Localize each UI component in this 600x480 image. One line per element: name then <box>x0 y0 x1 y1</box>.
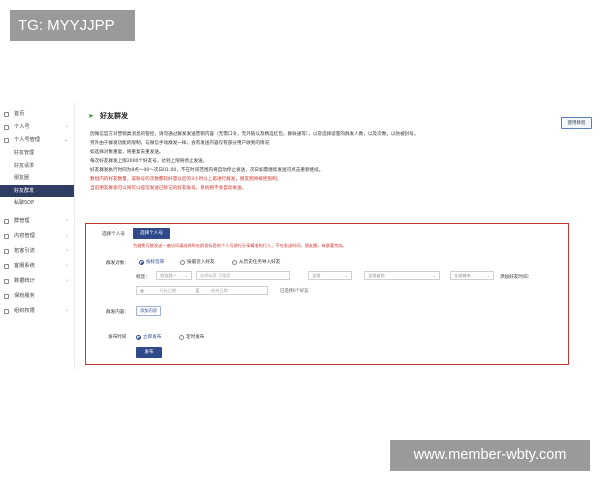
sidebar-item-personal-manage[interactable]: 个人号管理 ⌄ <box>0 134 74 147</box>
radio-dot <box>136 335 141 340</box>
sidebar-item-home[interactable]: 首页 <box>0 108 74 121</box>
sidebar-item-personal[interactable]: 个人号 › <box>0 121 74 134</box>
chevron-down-icon: ⌄ <box>63 137 68 143</box>
radio-dot <box>139 260 144 265</box>
chevron-down-icon: ⌄ <box>432 273 436 278</box>
content-label: 群发内容： <box>106 310 129 315</box>
watermark-top: TG: MYYJJPP <box>10 10 135 41</box>
sidebar-sub-sop[interactable]: 私聊SOP <box>0 197 74 210</box>
add-time-label: 添加好友时间： <box>500 275 533 280</box>
content-icon <box>4 233 9 239</box>
publish-scheduled-radio[interactable]: 定时发布 <box>179 334 204 340</box>
tutorial-button[interactable]: 使用教程 <box>561 117 592 129</box>
target-history-radio[interactable]: 从历史任务导入好友 <box>232 259 280 265</box>
app-screenshot: 首页 个人号 › 个人号管理 ⌄ 好友管理 好友请求 朋友圈 好友群发 私聊SO… <box>0 102 600 370</box>
chevron-down-icon: ⌄ <box>184 273 188 278</box>
page-title: 好友群发 <box>100 112 128 120</box>
page-header: ➤ 好友群发 使用教程 <box>84 110 592 129</box>
tag-label: 标签： <box>136 275 150 280</box>
publish-now-radio[interactable]: 立即发布 <box>136 334 161 340</box>
service-icon <box>4 263 9 269</box>
chevron-right-icon: › <box>66 307 68 314</box>
filter-all-select[interactable]: 全部 ⌄ <box>308 271 352 280</box>
sidebar-item-service[interactable]: 客服系统 › <box>0 260 74 273</box>
main-content: ➤ 好友群发 使用教程 因微信官方对营销类消息的管控，请勿通过群发发送营销内容（… <box>84 110 592 370</box>
sidebar-item-fans[interactable]: 保粉服务 <box>0 290 74 303</box>
notice-line: 每次好友群发上限2000个好友号，达到上限将停止发送。 <box>90 159 208 164</box>
calendar-icon: ▦ <box>140 288 144 293</box>
select-account-label: 选择个人号 <box>102 232 125 237</box>
sidebar-sub-friends[interactable]: 好友管理 <box>0 147 74 160</box>
traffic-icon <box>4 248 9 254</box>
radio-dot <box>232 260 237 265</box>
notice-line: 如选择对象重复，将重复去重发送。 <box>90 150 164 155</box>
radio-dot <box>180 260 185 265</box>
chevron-down-icon: ⌄ <box>344 273 348 278</box>
target-label: 群发对象： <box>106 261 129 266</box>
chart-icon <box>4 278 9 284</box>
tag-input[interactable]: 选择标签 可搜索 <box>196 271 290 280</box>
warning-line: 数组内的好友数量，该账号的次数都较好量以后的3小时以上再进行群发，朋友圈将被拒限… <box>90 177 282 182</box>
publish-button[interactable]: 发布 <box>136 347 162 358</box>
publish-time-label: 发布时间 <box>108 335 127 340</box>
sidebar-sub-requests[interactable]: 好友请求 <box>0 160 74 173</box>
select-account-button[interactable]: 选择个人号 <box>133 228 170 239</box>
province-select[interactable]: 全部省份 ⌄ <box>364 271 440 280</box>
sidebar-sub-mass-send[interactable]: 好友群发 <box>0 184 74 197</box>
notice-line: 好友群发执行时间为8点～00～次日01:00，不在时间范围内将自动停止发送，次日… <box>90 168 324 173</box>
notice-line: 另外由于群发功能的限制，与微信手动群发一样，会有发送内容仅有部分用户收到的情况 <box>90 141 270 146</box>
paper-plane-icon: ➤ <box>88 112 94 120</box>
sidebar-item-content[interactable]: 内容管理 › <box>0 230 74 243</box>
notice-line: 因微信官方对营销类消息的管控，请勿通过群发发送营销内容（无需口令，无外链以及精选… <box>90 132 419 137</box>
chevron-right-icon: › <box>66 262 68 269</box>
sidebar: 首页 个人号 › 个人号管理 ⌄ 好友管理 好友请求 朋友圈 好友群发 私聊SO… <box>0 102 75 370</box>
home-icon <box>4 112 9 117</box>
city-select[interactable]: 全部城市 ⌄ <box>450 271 494 280</box>
chevron-right-icon: › <box>66 124 68 130</box>
tag-match-select[interactable]: 包含其一 ⌄ <box>156 271 192 280</box>
select-account-hint: 为避免可能发送一遍访问请选择所在群发标签的个人号进行分享精准的打入，不在发送时间… <box>133 243 347 248</box>
sidebar-item-traffic[interactable]: 拓客引流 › <box>0 245 74 258</box>
sidebar-item-org[interactable]: 组织权限 › <box>0 305 74 318</box>
watermark-bottom: www.member-wbty.com <box>390 440 590 471</box>
warning-line: 当前朋友群发可以将可以提前发送已标记的好友账号，系统将不会自动发送。 <box>90 186 247 191</box>
chevron-down-icon: ⌄ <box>486 273 490 278</box>
chevron-right-icon: › <box>66 277 68 284</box>
chevron-right-icon: › <box>66 232 68 239</box>
chevron-right-icon: › <box>66 247 68 254</box>
selected-count: 已选择0个好友 <box>280 289 309 294</box>
target-recent-radio[interactable]: 按最近入好友 <box>180 259 215 265</box>
sidebar-sub-moments[interactable]: 朋友圈 <box>0 172 74 185</box>
org-icon <box>4 308 9 314</box>
target-by-tag-radio[interactable]: 按标签筛 <box>139 259 164 265</box>
notice-list: 因微信官方对营销类消息的管控，请勿通过群发发送营销内容（无需口令，无外链以及精选… <box>90 130 550 193</box>
shield-icon <box>4 293 9 299</box>
chevron-right-icon: › <box>66 217 68 224</box>
group-icon <box>4 218 9 224</box>
add-content-button[interactable]: 添加内容 <box>136 306 161 316</box>
sidebar-item-stats[interactable]: 数据统计 › <box>0 275 74 288</box>
radio-dot <box>179 335 184 340</box>
users-icon <box>4 138 9 143</box>
user-icon <box>4 125 9 130</box>
sidebar-item-groups[interactable]: 群管理 › <box>0 215 74 228</box>
mass-send-form: 选择个人号 选择个人号 为避免可能发送一遍访问请选择所在群发标签的个人号进行分享… <box>85 223 569 365</box>
date-range-picker[interactable]: ▦ 开始日期 至 结束日期 <box>136 286 268 295</box>
